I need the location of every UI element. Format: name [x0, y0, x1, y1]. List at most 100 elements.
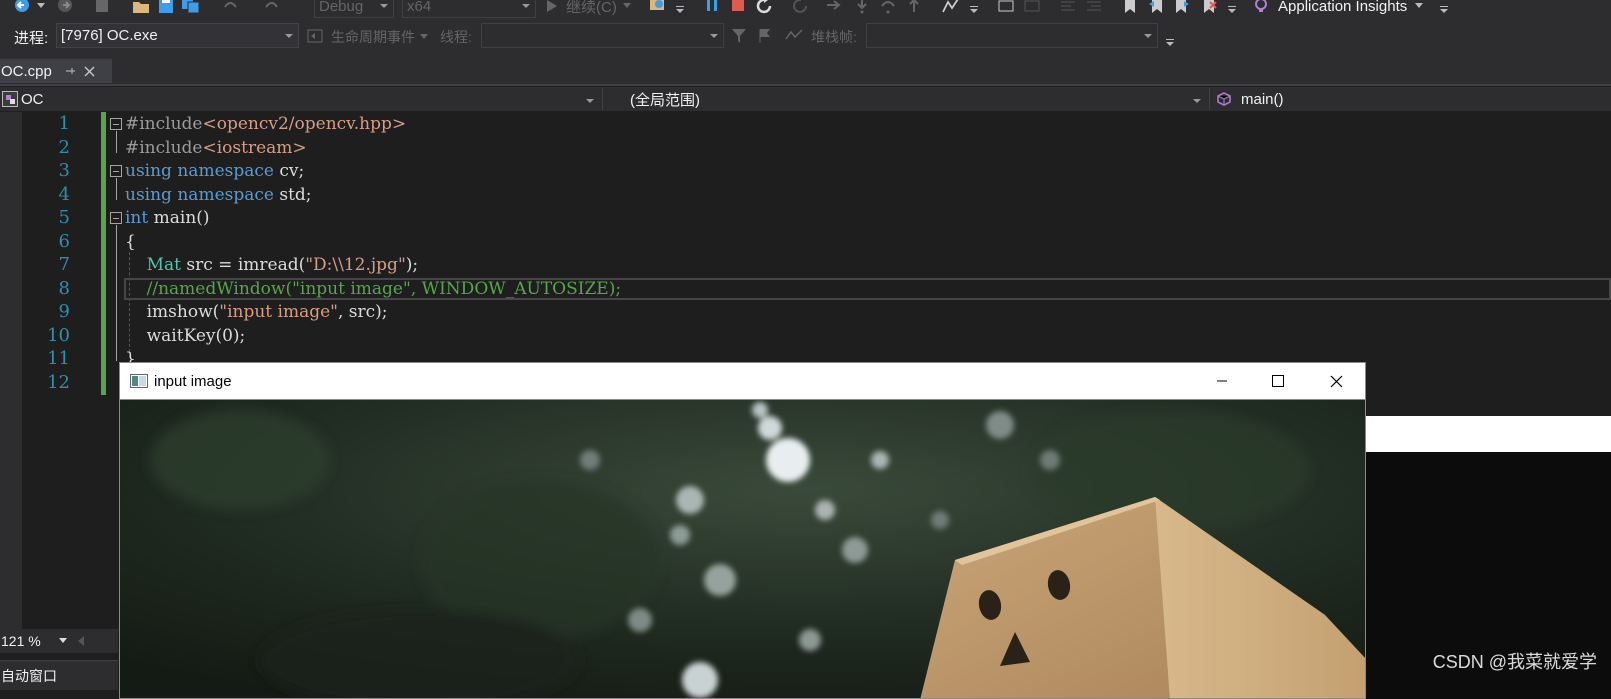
process-value: [7976] OC.exe: [61, 27, 158, 44]
autos-window-label: 自动窗口: [1, 667, 57, 684]
new-project-icon[interactable]: [92, 0, 112, 16]
chevron-down-icon: [380, 4, 388, 8]
autos-window-tab[interactable]: 自动窗口: [0, 660, 118, 690]
background-window-edge: [1366, 416, 1611, 452]
collapse-icon[interactable]: [110, 212, 122, 224]
forward-nav-icon[interactable]: [54, 0, 76, 16]
layout-icon[interactable]: [1022, 0, 1042, 16]
platform-combo[interactable]: x64: [402, 0, 536, 18]
window-app-icon: [130, 374, 148, 388]
redo-icon[interactable]: [262, 0, 282, 16]
tab-oc-cpp[interactable]: OC.cpp: [0, 59, 112, 83]
open-folder-icon[interactable]: [130, 0, 152, 16]
minimize-button[interactable]: [1194, 363, 1250, 399]
code-line-4[interactable]: using namespace std;: [125, 183, 312, 207]
save-icon[interactable]: [156, 0, 176, 16]
stackframe-combo[interactable]: [866, 23, 1158, 48]
uncomment-icon[interactable]: [1084, 0, 1104, 16]
code-line-6[interactable]: {: [125, 230, 136, 254]
chevron-down-icon: [586, 99, 594, 103]
overflow-icon[interactable]: [674, 0, 686, 16]
code-line-8[interactable]: //namedWindow("input image", WINDOW_AUTO…: [125, 277, 621, 301]
tab-label: OC.cpp: [1, 62, 52, 80]
chevron-down-icon: [420, 34, 428, 39]
line-number: 10: [47, 324, 70, 346]
string-token: "input image": [219, 302, 338, 322]
close-icon: [1330, 375, 1342, 387]
previous-bookmark-icon[interactable]: [1146, 0, 1166, 16]
stackframe-label: 堆栈帧:: [811, 29, 857, 45]
scope-combo[interactable]: (全局范围): [604, 88, 1210, 110]
window-titlebar[interactable]: input image: [120, 363, 1365, 399]
breakpoint-group-icon[interactable]: [996, 0, 1016, 16]
code-line-7[interactable]: Mat src = imread("D:\\12.jpg");: [125, 253, 419, 277]
undo-icon[interactable]: [220, 0, 240, 16]
overflow-icon[interactable]: [1438, 0, 1450, 16]
next-bookmark-icon[interactable]: [1172, 0, 1192, 16]
restart-icon[interactable]: [754, 0, 776, 16]
overflow-icon[interactable]: [968, 0, 980, 16]
project-combo[interactable]: OC: [0, 88, 603, 110]
flag-thread-icon[interactable]: [756, 27, 776, 45]
application-insights-button[interactable]: Application Insights: [1254, 0, 1424, 15]
fold-bracket: [116, 178, 117, 200]
overflow-icon[interactable]: [1164, 33, 1176, 49]
step-over-icon[interactable]: [878, 0, 898, 16]
lifecycle-events-label: 生命周期事件: [331, 29, 415, 45]
opencv-image-window[interactable]: input image: [119, 362, 1366, 699]
code-line-5[interactable]: int main(): [125, 206, 210, 230]
minimize-icon: [1217, 380, 1227, 382]
step-out-icon[interactable]: [904, 0, 924, 16]
line-number: 1: [58, 113, 70, 134]
pin-icon[interactable]: [64, 65, 76, 77]
stack-frames-icon[interactable]: [784, 27, 804, 45]
project-icon: [2, 91, 18, 107]
thread-combo[interactable]: [481, 23, 724, 48]
lifecycle-icon[interactable]: [306, 27, 324, 45]
diagnostic-icon[interactable]: [940, 0, 962, 16]
type-token: Mat: [146, 255, 181, 275]
back-nav-icon[interactable]: [10, 0, 34, 16]
continue-button[interactable]: 继续(C): [546, 0, 631, 16]
document-tab-strip: OC.cpp: [0, 57, 1611, 85]
zoom-control[interactable]: 121 %: [0, 629, 118, 653]
collapse-icon[interactable]: [110, 165, 122, 177]
stop-icon[interactable]: [728, 0, 748, 16]
code-line-3[interactable]: using namespace cv;: [125, 159, 304, 183]
pause-icon[interactable]: [702, 0, 722, 16]
code-line-10[interactable]: waitKey(0);: [125, 324, 246, 348]
keyword-token: using: [125, 184, 172, 205]
zoom-value: 121 %: [1, 633, 41, 649]
lifecycle-events-button[interactable]: 生命周期事件: [331, 27, 428, 47]
show-next-statement-icon[interactable]: [824, 0, 844, 16]
keyword-token: namespace: [177, 161, 274, 181]
overflow-icon[interactable]: [1226, 0, 1238, 16]
find-in-files-icon[interactable]: [648, 0, 670, 16]
save-all-icon[interactable]: [180, 0, 202, 16]
thread-label: 线程:: [440, 29, 472, 45]
clear-bookmarks-icon[interactable]: [1200, 0, 1220, 16]
bookmark-icon[interactable]: [1120, 0, 1140, 16]
step-into-icon[interactable]: [852, 0, 872, 16]
comment-icon[interactable]: [1058, 0, 1078, 16]
solution-config-combo[interactable]: Debug: [314, 0, 394, 18]
back-dropdown-icon[interactable]: [36, 0, 46, 12]
collapse-icon[interactable]: [110, 118, 122, 130]
close-button[interactable]: [1308, 363, 1364, 399]
code-line-1[interactable]: #include<opencv2/opencv.hpp>: [125, 112, 406, 136]
process-label: 进程:: [14, 30, 49, 47]
scroll-left-icon[interactable]: [77, 636, 85, 646]
process-combo[interactable]: [7976] OC.exe: [56, 23, 299, 48]
code-line-2[interactable]: #include<iostream>: [125, 136, 307, 160]
indicator-margin[interactable]: [0, 112, 22, 632]
hot-reload-icon[interactable]: [790, 0, 812, 16]
directive-token: #include: [125, 137, 203, 158]
close-icon[interactable]: [84, 66, 95, 77]
maximize-button[interactable]: [1250, 363, 1306, 399]
member-combo[interactable]: main(): [1211, 88, 1611, 110]
keyword-token: namespace: [177, 184, 274, 205]
change-tracking-bar: [101, 112, 106, 395]
code-line-9[interactable]: imshow("input image", src);: [125, 300, 388, 324]
maximize-icon: [1272, 375, 1284, 387]
filter-icon[interactable]: [730, 27, 748, 45]
